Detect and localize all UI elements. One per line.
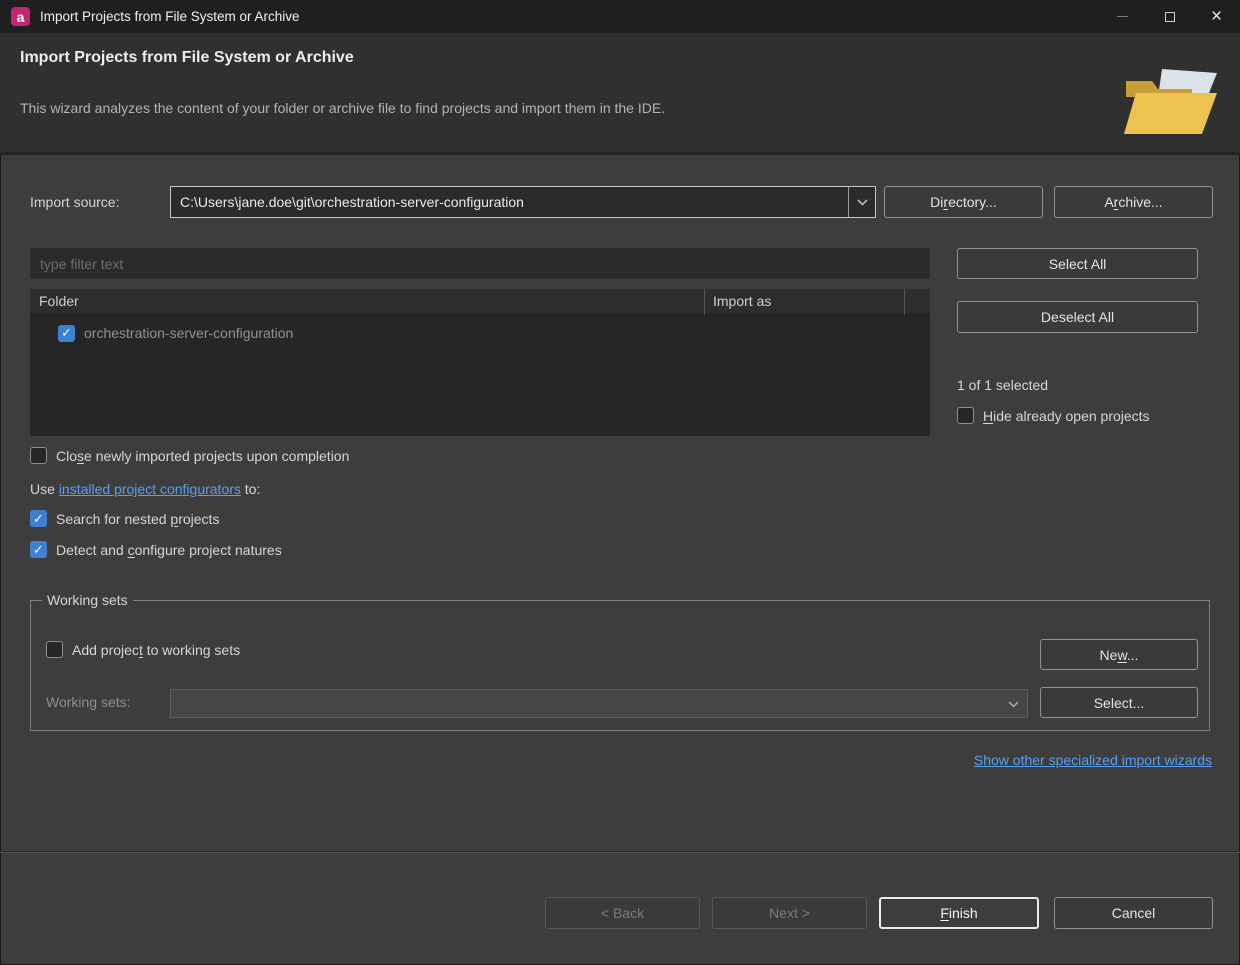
app-icon-letter: a (17, 9, 25, 25)
next-button[interactable]: Next > (712, 897, 867, 929)
directory-button-label: Directory... (930, 194, 997, 210)
filter-input[interactable] (30, 248, 930, 279)
select-all-button[interactable]: Select All (957, 248, 1198, 279)
import-projects-wizard-window: a Import Projects from File System or Ar… (0, 0, 1240, 965)
checkbox-icon (30, 447, 47, 464)
cancel-button[interactable]: Cancel (1054, 897, 1213, 929)
working-sets-label: Working sets: (46, 694, 131, 710)
finish-button[interactable]: Finish (879, 897, 1039, 929)
wizard-header: Import Projects from File System or Arch… (0, 33, 1240, 152)
add-to-working-sets-label: Add project to working sets (72, 642, 240, 658)
select-working-sets-button[interactable]: Select... (1040, 687, 1198, 718)
import-source-dropdown-button[interactable] (848, 187, 875, 217)
check-icon: ✓ (61, 326, 72, 339)
table-header: Folder Import as (30, 289, 930, 315)
hide-open-projects-checkbox[interactable]: Hide already open projects (957, 407, 1150, 424)
new-working-set-button[interactable]: New... (1040, 639, 1198, 670)
search-nested-projects-checkbox[interactable]: ✓ Search for nested projects (30, 510, 219, 527)
checkbox-icon: ✓ (30, 541, 47, 558)
projects-table: Folder Import as ✓ orchestration-server-… (30, 289, 930, 436)
close-icon: × (1211, 7, 1222, 26)
import-folder-icon (1124, 69, 1218, 135)
checkbox-icon: ✓ (30, 510, 47, 527)
check-icon: ✓ (33, 543, 44, 556)
directory-button[interactable]: Directory... (884, 186, 1043, 218)
maximize-icon (1165, 12, 1175, 22)
detect-configure-natures-checkbox[interactable]: ✓ Detect and configure project natures (30, 541, 282, 558)
app-icon: a (11, 7, 30, 26)
row-checkbox[interactable]: ✓ (58, 325, 75, 342)
column-header-import-as[interactable]: Import as (713, 293, 771, 309)
window-title: Import Projects from File System or Arch… (40, 9, 300, 24)
column-separator (704, 289, 705, 315)
import-source-value: C:\Users\jane.doe\git\orchestration-serv… (171, 194, 848, 210)
header-separator (0, 152, 1240, 155)
column-header-folder[interactable]: Folder (39, 293, 79, 309)
table-row[interactable]: ✓ orchestration-server-configuration (30, 320, 930, 346)
page-description: This wizard analyzes the content of your… (20, 100, 665, 116)
footer-separator (0, 851, 1240, 853)
titlebar: a Import Projects from File System or Ar… (0, 0, 1240, 33)
maximize-button[interactable] (1146, 0, 1193, 33)
minimize-button[interactable] (1099, 0, 1146, 33)
installed-configurators-link[interactable]: installed project configurators (59, 481, 241, 497)
finish-button-label: Finish (940, 905, 977, 921)
column-separator (904, 289, 905, 315)
deselect-all-button[interactable]: Deselect All (957, 301, 1198, 333)
working-sets-group-label: Working sets (42, 592, 133, 608)
archive-button[interactable]: Archive... (1054, 186, 1213, 218)
add-to-working-sets-checkbox[interactable]: Add project to working sets (46, 641, 240, 658)
check-icon: ✓ (33, 512, 44, 525)
chevron-down-icon (1008, 695, 1019, 713)
minimize-icon (1117, 16, 1128, 17)
close-button[interactable]: × (1193, 0, 1240, 33)
configurators-line: Use installed project configurators to: (30, 481, 260, 497)
show-other-wizards-link[interactable]: Show other specialized import wizards (974, 752, 1212, 768)
back-button[interactable]: < Back (545, 897, 700, 929)
new-working-set-button-label: New... (1100, 647, 1139, 663)
import-source-label: Import source: (30, 194, 119, 210)
detect-configure-natures-label: Detect and configure project natures (56, 542, 282, 558)
selection-status: 1 of 1 selected (957, 377, 1048, 393)
hide-open-projects-label: Hide already open projects (983, 408, 1150, 424)
page-title: Import Projects from File System or Arch… (20, 49, 354, 67)
close-newly-imported-checkbox[interactable]: Close newly imported projects upon compl… (30, 447, 349, 464)
chevron-down-icon (857, 193, 868, 211)
checkbox-icon (957, 407, 974, 424)
row-folder-name: orchestration-server-configuration (84, 325, 293, 341)
working-sets-dropdown-button[interactable] (1000, 690, 1027, 717)
working-sets-combo[interactable] (170, 689, 1028, 718)
import-source-combo[interactable]: C:\Users\jane.doe\git\orchestration-serv… (170, 186, 876, 218)
window-controls: × (1099, 0, 1240, 33)
checkbox-icon (46, 641, 63, 658)
close-newly-imported-label: Close newly imported projects upon compl… (56, 448, 349, 464)
search-nested-projects-label: Search for nested projects (56, 511, 219, 527)
archive-button-label: Archive... (1104, 194, 1162, 210)
